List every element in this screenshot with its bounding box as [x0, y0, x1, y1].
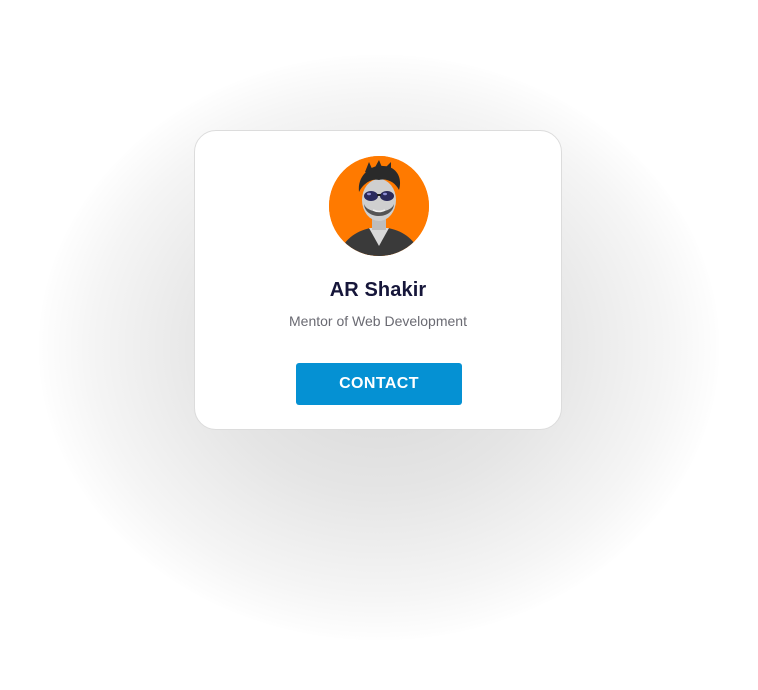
profile-title: Mentor of Web Development — [289, 313, 467, 329]
profile-avatar — [329, 156, 429, 256]
avatar-portrait-icon — [329, 156, 429, 256]
profile-card: AR Shakir Mentor of Web Development CONT… — [194, 130, 562, 430]
profile-name: AR Shakir — [329, 279, 427, 301]
contact-button[interactable]: CONTACT — [296, 363, 462, 405]
